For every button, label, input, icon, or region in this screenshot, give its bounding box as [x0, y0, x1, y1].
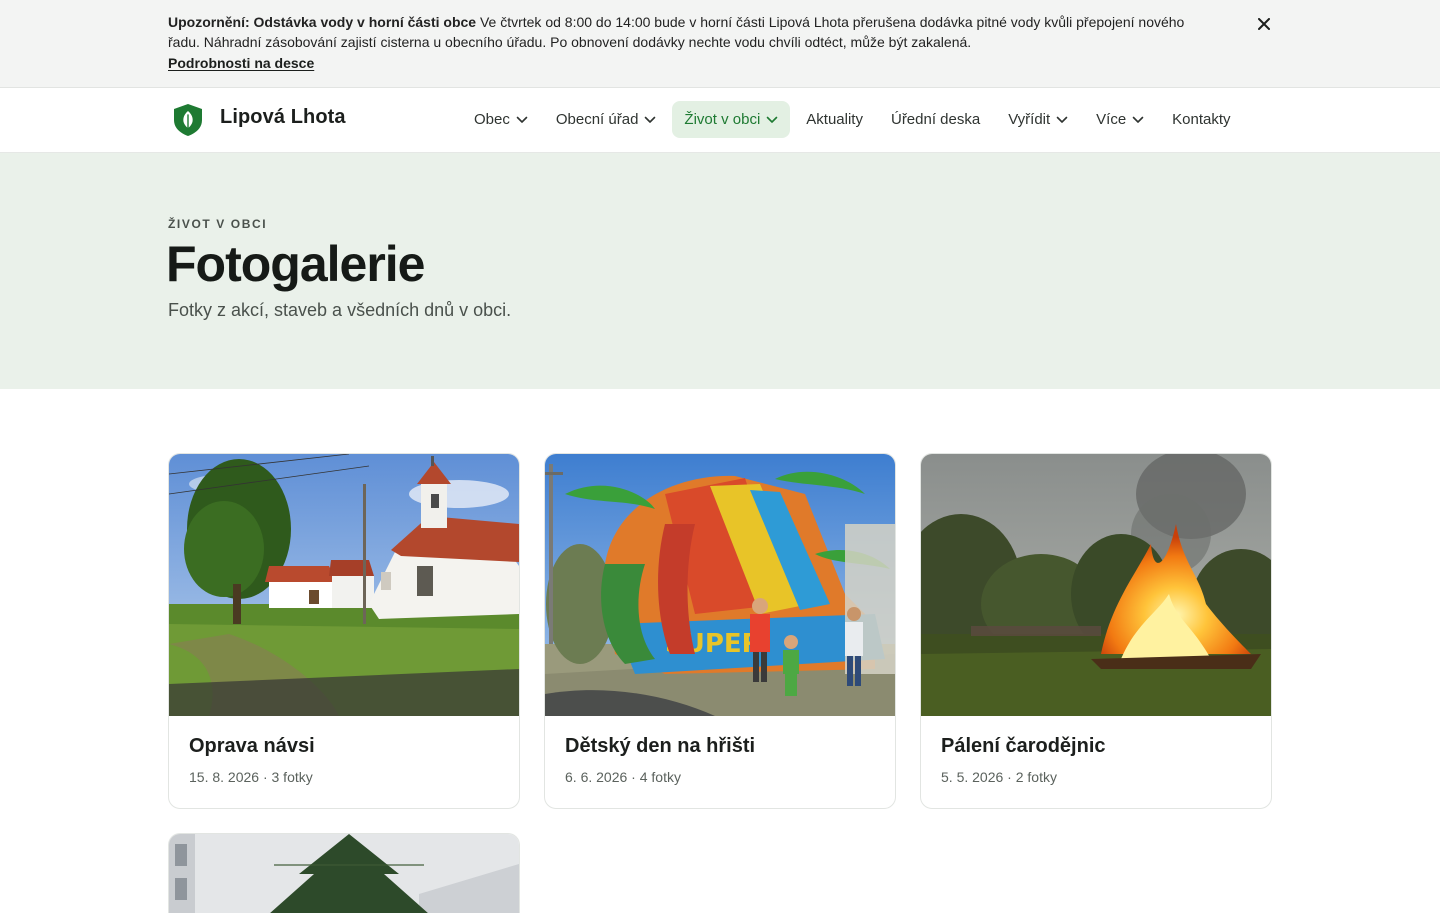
alert-title: Upozornění: Odstávka vody v horní části … [168, 14, 477, 30]
site-header: Lipová Lhota Obec Obecní úřad Život v ob… [0, 88, 1440, 153]
chevron-down-icon [516, 116, 528, 124]
nav-item-label: Více [1096, 111, 1127, 128]
gallery-card[interactable]: SUPER Dětský den na hřišti 6. 6. 2026 · … [544, 453, 896, 809]
alert-details-link[interactable]: Podrobnosti na desce [168, 55, 314, 71]
nav-item-vyridit[interactable]: Vyřídit [996, 101, 1080, 138]
card-title: Pálení čarodějnic [941, 735, 1106, 757]
gallery-card[interactable]: Pálení čarodějnic 5. 5. 2026 · 2 fotky [920, 453, 1272, 809]
nav-item-label: Obec [474, 111, 510, 128]
nav-item-obecni-urad[interactable]: Obecní úřad [544, 101, 669, 138]
page-title: Fotogalerie [166, 236, 425, 292]
chevron-down-icon [1056, 116, 1068, 124]
page-hero: ŽIVOT V OBCI Fotogalerie Fotky z akcí, s… [0, 153, 1440, 389]
nav-item-label: Úřední deska [890, 111, 981, 128]
alert-text: Upozornění: Odstávka vody v horní části … [168, 12, 1208, 52]
inflatable-slide-photo: SUPER [545, 454, 895, 716]
nav-item-vice[interactable]: Více [1084, 101, 1156, 138]
shield-leaf-icon[interactable] [172, 103, 204, 137]
nav-item-label: Kontakty [1172, 111, 1231, 128]
card-title: Oprava návsi [189, 735, 315, 757]
christmas-tree-photo [169, 834, 519, 913]
chevron-down-icon [766, 116, 778, 124]
nav-item-label: Vyřídit [1008, 111, 1051, 128]
chevron-down-icon [644, 116, 656, 124]
page-lead: Fotky z akcí, staveb a všedních dnů v ob… [168, 300, 512, 320]
nav-item-label: Aktuality [806, 111, 863, 128]
nav-item-zivot-v-obci[interactable]: Život v obci [672, 101, 791, 138]
card-title: Dětský den na hřišti [565, 735, 756, 757]
site-name[interactable]: Lipová Lhota [220, 106, 346, 129]
card-meta: 6. 6. 2026 · 4 fotky [565, 769, 681, 785]
nav-item-obec[interactable]: Obec [462, 101, 540, 138]
nav-item-label: Obecní úřad [555, 111, 639, 128]
card-meta: 15. 8. 2026 · 3 fotky [189, 769, 313, 785]
nav-item-label: Život v obci [684, 111, 761, 128]
gallery-card[interactable]: Oprava návsi 15. 8. 2026 · 3 fotky [168, 453, 520, 809]
card-meta: 5. 5. 2026 · 2 fotky [941, 769, 1057, 785]
nav-item-aktuality[interactable]: Aktuality [794, 101, 875, 138]
close-icon[interactable] [1252, 13, 1276, 35]
gallery-card[interactable] [168, 833, 520, 913]
alert-banner: Upozornění: Odstávka vody v horní části … [0, 0, 1440, 88]
village-square-chapel-photo [169, 454, 519, 716]
nav-item-kontakty[interactable]: Kontakty [1160, 101, 1242, 138]
nav-item-uredni-deska[interactable]: Úřední deska [879, 101, 992, 138]
chevron-down-icon [1132, 116, 1144, 124]
bonfire-photo [921, 454, 1271, 716]
main-nav: Obec Obecní úřad Život v obci Aktuality … [462, 101, 1247, 138]
breadcrumb: ŽIVOT V OBCI [168, 217, 268, 231]
